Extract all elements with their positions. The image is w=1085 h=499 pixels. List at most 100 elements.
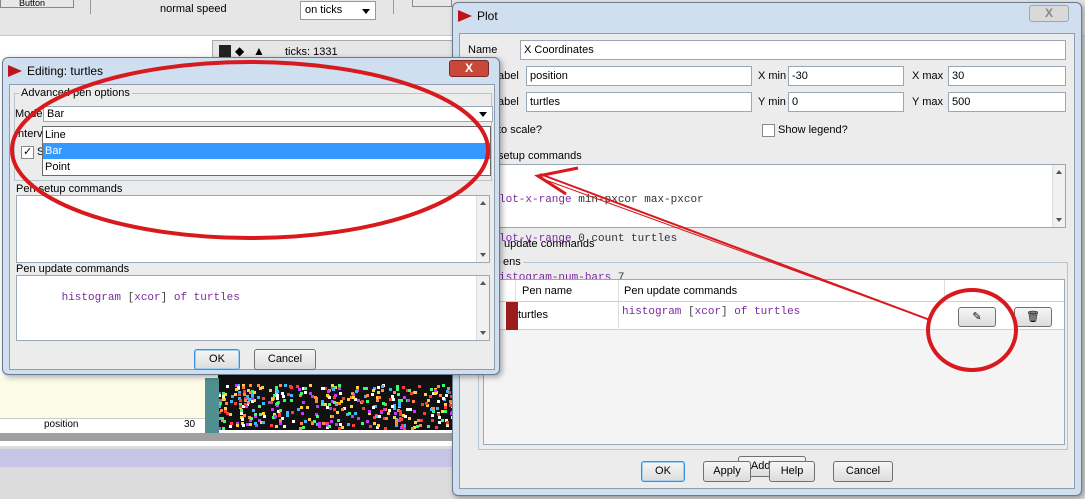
scroll-up-icon[interactable] [480, 201, 486, 205]
turtle-marker [304, 387, 307, 390]
resize-horizontal-icon[interactable]: ◆ [235, 45, 244, 57]
x-max-field[interactable]: 30 [948, 66, 1066, 86]
edit-pen-button[interactable]: ✎ [958, 307, 996, 327]
setup-scrollbar[interactable] [1052, 165, 1065, 227]
name-field[interactable]: X Coordinates [520, 40, 1066, 60]
turtle-marker [378, 415, 381, 418]
turtle-marker [363, 387, 366, 390]
table-row[interactable]: turtles histogram [xcor] of turtles ✎ 🗑 [484, 302, 1064, 330]
horizontal-scrollbar[interactable] [0, 433, 460, 441]
turtle-marker [230, 400, 233, 403]
turtle-marker [421, 403, 424, 406]
turtle-marker [444, 406, 447, 409]
x-axis-label-field[interactable]: position [526, 66, 752, 86]
mode-option-bar[interactable]: Bar [43, 143, 490, 159]
plot-dialog-titlebar[interactable]: Plot X [453, 3, 1081, 29]
y-axis-label-field[interactable]: turtles [526, 92, 752, 112]
ok-button[interactable]: OK [641, 461, 685, 482]
pen-dialog-titlebar[interactable]: Editing: turtles X [3, 58, 499, 84]
turtle-marker [347, 423, 350, 426]
turtle-marker [287, 393, 290, 396]
scroll-up-icon[interactable] [1056, 170, 1062, 174]
turtle-marker [381, 385, 384, 388]
interval-label: Interv [15, 128, 43, 140]
delete-pen-button[interactable]: 🗑 [1014, 307, 1052, 327]
turtle-marker [409, 408, 412, 411]
turtle-marker [419, 424, 422, 427]
chevron-down-icon [362, 9, 370, 14]
pen-setup-scrollbar[interactable] [476, 196, 489, 262]
scroll-up-icon[interactable] [480, 281, 486, 285]
close-button[interactable]: X [1029, 5, 1069, 22]
top-button[interactable]: Button [0, 0, 74, 8]
turtle-marker [411, 427, 414, 430]
turtle-marker [355, 390, 358, 393]
pen-update-code[interactable]: histogram [xcor] of turtles [16, 275, 490, 341]
turtle-marker [341, 408, 344, 411]
turtle-marker [301, 412, 304, 415]
update-mode-select[interactable]: on ticks [300, 1, 376, 20]
turtle-marker [327, 390, 330, 393]
pencil-icon: ✎ [972, 311, 982, 323]
shrink-icon[interactable] [219, 45, 231, 57]
turtle-marker [338, 384, 341, 387]
turtle-marker [318, 425, 321, 428]
scroll-down-icon[interactable] [480, 253, 486, 257]
resize-vertical-icon[interactable]: ▲ [253, 45, 265, 57]
mode-select[interactable]: Bar [43, 106, 493, 122]
show-legend-checkbox[interactable] [762, 124, 775, 137]
netlogo-logo-icon [8, 65, 22, 77]
turtle-marker [328, 403, 331, 406]
help-button[interactable]: Help [769, 461, 815, 482]
turtle-marker [407, 399, 410, 402]
turtle-marker [222, 398, 225, 401]
turtle-marker [338, 387, 341, 390]
ok-button[interactable]: OK [194, 349, 240, 370]
netlogo-logo-icon [458, 10, 472, 22]
pen-color-swatch[interactable] [506, 302, 518, 330]
turtle-marker [332, 388, 335, 391]
scroll-down-icon[interactable] [1056, 218, 1062, 222]
turtle-marker [284, 384, 287, 387]
turtle-marker [308, 418, 311, 421]
cancel-button[interactable]: Cancel [833, 461, 893, 482]
turtle-marker [438, 421, 441, 424]
cancel-button[interactable]: Cancel [254, 349, 316, 370]
turtle-marker [254, 413, 257, 416]
pen-update-cell[interactable]: histogram [xcor] of turtles [622, 306, 800, 318]
mode-option-line[interactable]: Line [43, 127, 490, 143]
turtle-marker [220, 409, 223, 412]
turtle-marker [252, 409, 255, 412]
scroll-down-icon[interactable] [480, 331, 486, 335]
turtle-marker [283, 425, 286, 428]
pen-name-cell[interactable]: turtles [518, 309, 548, 321]
mode-dropdown-list: Line Bar Point [42, 126, 491, 176]
turtle-marker [383, 408, 386, 411]
pen-setup-code[interactable] [16, 195, 490, 263]
turtle-marker [341, 426, 344, 429]
settings-button[interactable] [412, 0, 452, 7]
turtle-marker [429, 395, 432, 398]
code-token: of [734, 306, 748, 318]
turtle-marker [431, 419, 434, 422]
plot-setup-code[interactable]: lot-x-range min-pxcor max-pxcor lot-y-ra… [496, 164, 1066, 284]
x-min-label: X min [758, 70, 787, 82]
mode-option-point[interactable]: Point [43, 159, 490, 175]
turtle-marker [273, 394, 276, 397]
turtle-marker [406, 408, 409, 411]
pen-dialog-title: Editing: turtles [27, 64, 104, 78]
turtle-marker [403, 396, 406, 399]
y-min-field[interactable]: 0 [788, 92, 904, 112]
plot-setup-label: setup commands [498, 150, 582, 162]
x-min-field[interactable]: -30 [788, 66, 904, 86]
apply-button[interactable]: Apply [703, 461, 751, 482]
turtle-marker [357, 399, 360, 402]
close-button[interactable]: X [449, 60, 489, 77]
y-max-field[interactable]: 500 [948, 92, 1066, 112]
pen-update-scrollbar[interactable] [476, 276, 489, 340]
turtle-marker [410, 392, 413, 395]
show-in-legend-checkbox[interactable]: ✓ [21, 146, 34, 159]
turtle-marker [389, 398, 392, 401]
code-token: turtles [754, 306, 801, 318]
turtle-marker [445, 394, 448, 397]
